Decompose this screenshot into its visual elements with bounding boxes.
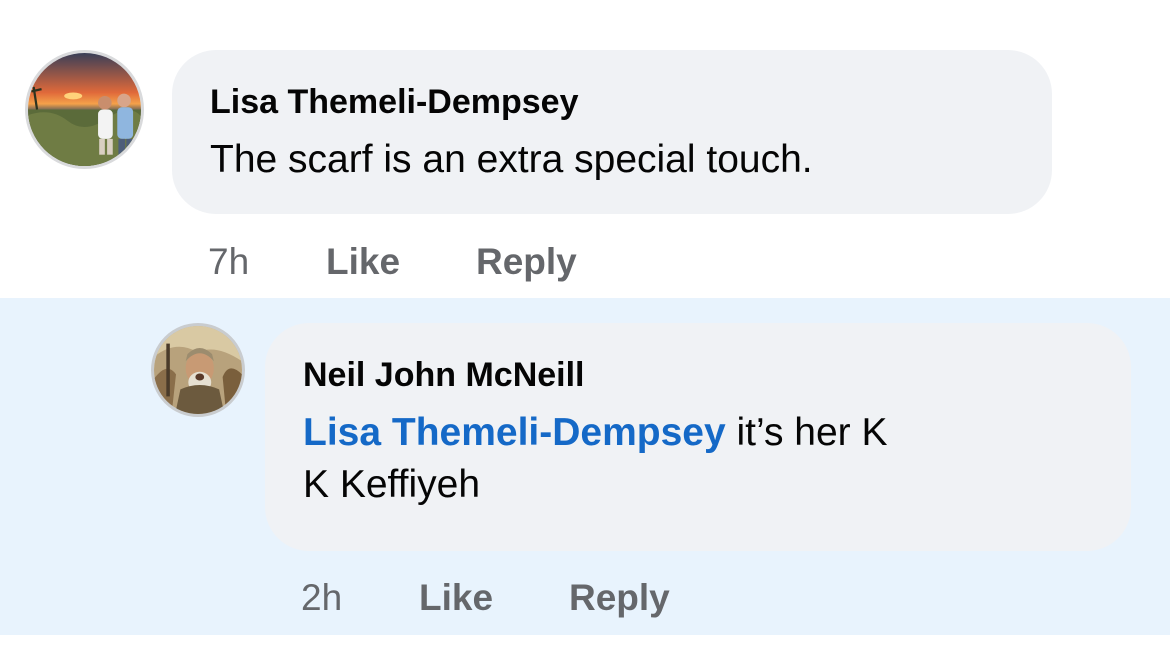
reply-author[interactable]: Neil John McNeill	[303, 355, 585, 395]
like-button[interactable]: Like	[326, 240, 400, 284]
sunset-couple-photo-icon	[28, 53, 141, 166]
comment-text: The scarf is an extra special touch.	[210, 138, 813, 181]
comment-author[interactable]: Lisa Themeli-Dempsey	[210, 82, 578, 122]
reply-text-part: it’s her K	[725, 411, 888, 454]
reply-text-line-2: K Keffiyeh	[303, 463, 481, 506]
reply-bubble[interactable]: Neil John McNeill Lisa Themeli-Dempsey i…	[265, 323, 1131, 551]
like-button[interactable]: Like	[419, 576, 493, 620]
reply-actions: 2h Like Reply	[301, 576, 801, 620]
reply-button[interactable]: Reply	[476, 240, 577, 284]
comment-bubble[interactable]: Lisa Themeli-Dempsey The scarf is an ext…	[172, 50, 1052, 214]
reply-text-line-1: Lisa Themeli-Dempsey it’s her K	[303, 407, 1103, 459]
reply-text: Lisa Themeli-Dempsey it’s her K K Keffiy…	[303, 407, 1103, 511]
reply-timestamp[interactable]: 2h	[301, 576, 342, 620]
reply-button[interactable]: Reply	[569, 576, 670, 620]
avatar[interactable]	[25, 50, 144, 169]
mention-link[interactable]: Lisa Themeli-Dempsey	[303, 411, 726, 454]
avatar[interactable]	[151, 323, 245, 417]
comment-actions: 7h Like Reply	[208, 240, 708, 284]
comment-timestamp[interactable]: 7h	[208, 240, 249, 284]
painted-warrior-icon	[154, 326, 242, 414]
comment-thread: Lisa Themeli-Dempsey The scarf is an ext…	[0, 0, 1170, 658]
